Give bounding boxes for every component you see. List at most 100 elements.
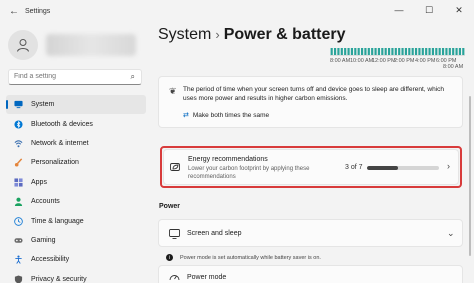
sidebar-item-label: Network & internet bbox=[31, 139, 89, 147]
usage-bar bbox=[421, 48, 424, 55]
brush-icon bbox=[14, 158, 23, 167]
back-arrow-icon[interactable]: ← bbox=[9, 6, 19, 17]
make-times-same-label: Make both times the same bbox=[192, 111, 270, 119]
usage-bar bbox=[408, 48, 411, 55]
usage-bar bbox=[445, 48, 448, 55]
power-mode-row[interactable]: Power mode bbox=[158, 265, 463, 283]
info-icon: i bbox=[166, 254, 173, 261]
sidebar-item-privacy[interactable]: Privacy & security bbox=[6, 270, 146, 283]
usage-bar bbox=[374, 48, 377, 55]
power-mode-icon bbox=[169, 275, 180, 281]
battery-saver-notice-text: Power mode is set automatically while ba… bbox=[180, 254, 321, 261]
usage-bar bbox=[418, 48, 421, 55]
sidebar-item-bluetooth[interactable]: Bluetooth & devices bbox=[6, 114, 146, 133]
sidebar-item-accessibility[interactable]: Accessibility bbox=[6, 250, 146, 269]
usage-bar bbox=[431, 48, 435, 55]
carbon-info-text: The period of time when your screen turn… bbox=[183, 86, 444, 102]
usage-bar bbox=[347, 48, 350, 55]
maximize-button[interactable]: ☐ bbox=[414, 0, 444, 20]
window-title: Settings bbox=[25, 8, 51, 15]
accounts-icon bbox=[14, 197, 23, 207]
search-icon: ⌕ bbox=[130, 72, 135, 81]
energy-title: Energy recommendations bbox=[188, 156, 268, 163]
usage-time-label: 8:00 AM bbox=[443, 64, 464, 70]
sidebar-item-system[interactable]: System bbox=[6, 95, 146, 115]
gamepad-icon bbox=[14, 238, 23, 243]
sidebar-item-label: Gaming bbox=[31, 236, 56, 244]
screen-sleep-icon bbox=[169, 229, 180, 239]
usage-bar bbox=[340, 48, 343, 55]
sidebar-item-personalization[interactable]: Personalization bbox=[6, 153, 146, 172]
breadcrumb-parent[interactable]: System bbox=[158, 26, 211, 43]
bluetooth-icon bbox=[14, 120, 23, 129]
make-times-same-link[interactable]: ⇄ Make both times the same bbox=[183, 111, 270, 120]
sync-icon: ⇄ bbox=[183, 112, 189, 119]
sidebar-item-label: Bluetooth & devices bbox=[31, 120, 93, 128]
usage-bar bbox=[387, 48, 391, 55]
usage-time-label: 8:00 AM bbox=[330, 58, 351, 64]
wifi-icon bbox=[14, 140, 23, 148]
profile[interactable] bbox=[8, 30, 136, 60]
battery-usage-chart: 8:00 AM 10:00 AM 12:00 PM 2:00 PM 4:00 PM 6:0… bbox=[330, 48, 465, 70]
usage-bar bbox=[364, 48, 367, 55]
screen-and-sleep-label: Screen and sleep bbox=[187, 230, 242, 237]
usage-time-label: 10:00 AM bbox=[350, 58, 374, 64]
usage-bar bbox=[391, 48, 394, 55]
sidebar: ⌕ System Bluetooth & devices Network & i… bbox=[0, 24, 148, 283]
usage-bar bbox=[441, 48, 445, 55]
energy-description: Lower your carbon footprint by applying … bbox=[188, 166, 310, 180]
sidebar-item-label: Time & language bbox=[31, 217, 84, 225]
sidebar-item-accounts[interactable]: Accounts bbox=[6, 192, 146, 211]
usage-bar bbox=[462, 48, 465, 55]
breadcrumb-separator: › bbox=[215, 27, 220, 42]
usage-bar bbox=[360, 48, 364, 55]
page-title: Power & battery bbox=[223, 26, 346, 43]
sidebar-item-label: Apps bbox=[31, 178, 47, 186]
usage-bar bbox=[428, 48, 431, 55]
usage-bar bbox=[333, 48, 337, 55]
usage-bar bbox=[367, 48, 370, 55]
usage-bar bbox=[414, 48, 418, 55]
screen-and-sleep-row[interactable]: Screen and sleep ⌄ bbox=[158, 219, 463, 247]
person-icon bbox=[17, 39, 29, 52]
search-box[interactable]: ⌕ bbox=[8, 69, 142, 85]
username-redacted bbox=[46, 34, 136, 56]
usage-bar bbox=[381, 48, 384, 55]
usage-bar bbox=[425, 48, 428, 55]
battery-saver-notice: i Power mode is set automatically while … bbox=[166, 254, 321, 261]
close-button[interactable]: ✕ bbox=[444, 0, 474, 20]
search-input[interactable] bbox=[14, 73, 124, 80]
usage-time-label: 12:00 PM bbox=[372, 58, 396, 64]
title-bar: ← Settings — ☐ ✕ bbox=[0, 0, 474, 24]
usage-bar bbox=[354, 48, 357, 55]
usage-bar bbox=[344, 48, 347, 55]
sidebar-item-time-language[interactable]: Time & language bbox=[6, 211, 146, 230]
usage-bar bbox=[401, 48, 404, 55]
energy-progress-fill bbox=[367, 166, 398, 170]
sidebar-item-gaming[interactable]: Gaming bbox=[6, 231, 146, 250]
usage-bar bbox=[398, 48, 401, 55]
energy-progress-count: 3 of 7 bbox=[345, 164, 363, 171]
usage-bar bbox=[394, 48, 397, 55]
energy-recommendations-card[interactable]: Energy recommendations Lower your carbon… bbox=[163, 149, 459, 185]
energy-progress-bar bbox=[367, 166, 439, 170]
usage-bar bbox=[452, 48, 455, 55]
minimize-button[interactable]: — bbox=[384, 0, 414, 20]
usage-bar bbox=[384, 48, 387, 55]
accessibility-icon bbox=[15, 255, 22, 265]
usage-time-label: 4:00 PM bbox=[415, 58, 436, 64]
sidebar-item-label: System bbox=[31, 101, 55, 109]
usage-bar bbox=[404, 48, 408, 55]
usage-bar bbox=[337, 48, 340, 55]
sidebar-item-apps[interactable]: Apps bbox=[6, 173, 146, 192]
window-controls: — ☐ ✕ bbox=[384, 0, 474, 20]
carbon-info-card: ❦ The period of time when your screen tu… bbox=[158, 76, 463, 128]
usage-bar bbox=[350, 48, 354, 55]
sidebar-item-network[interactable]: Network & internet bbox=[6, 134, 146, 153]
shield-icon bbox=[14, 275, 23, 283]
chevron-down-icon[interactable]: ⌄ bbox=[447, 228, 455, 239]
sidebar-item-label: Privacy & security bbox=[31, 275, 87, 283]
sidebar-item-label: Personalization bbox=[31, 159, 79, 167]
scrollbar[interactable] bbox=[469, 96, 471, 256]
power-mode-label: Power mode bbox=[187, 274, 227, 281]
